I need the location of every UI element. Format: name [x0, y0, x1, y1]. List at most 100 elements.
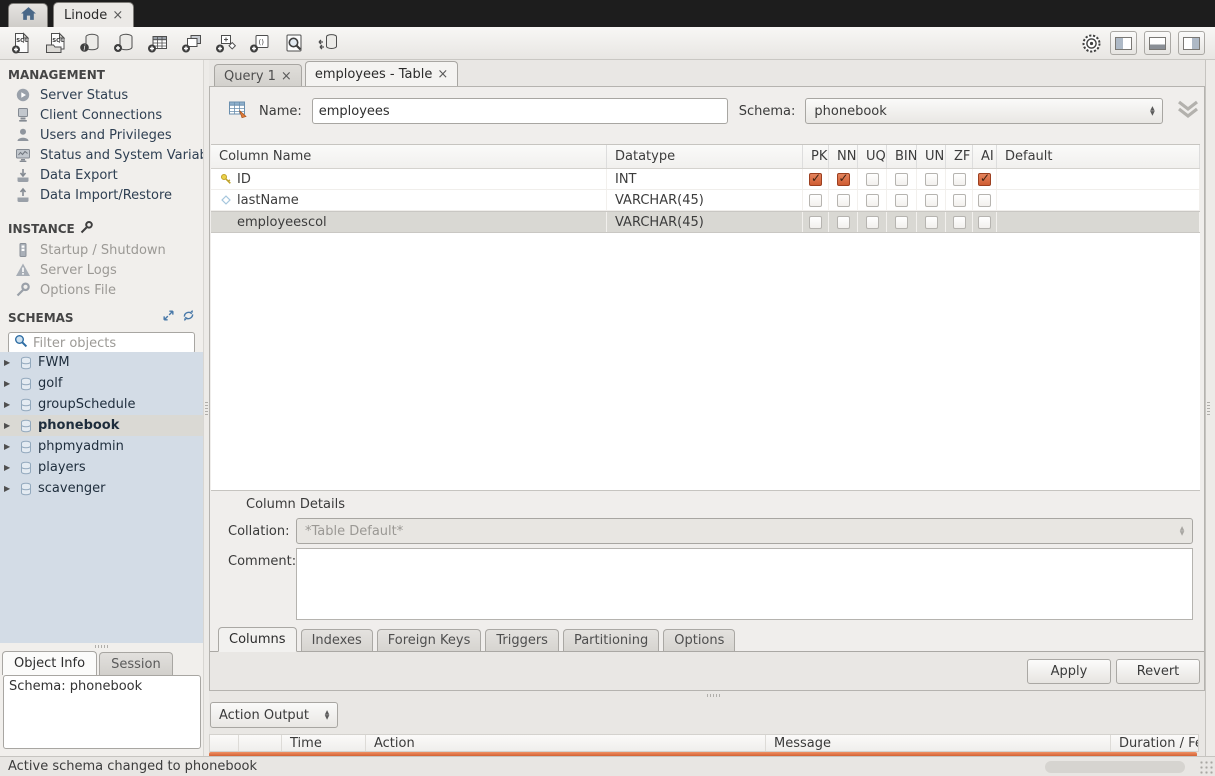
connection-info-icon[interactable]: i	[78, 31, 102, 55]
schema-tree-item[interactable]: ▶ FWM	[0, 352, 203, 373]
sidebar-item-startup-shutdown[interactable]: Startup / Shutdown	[0, 240, 203, 260]
expander-icon[interactable]: ▶	[4, 358, 14, 367]
revert-button[interactable]: Revert	[1116, 659, 1200, 684]
sidebar-item-options-file[interactable]: Options File	[0, 280, 203, 300]
tab-options[interactable]: Options	[663, 629, 735, 651]
column-row-id[interactable]: ID INT	[211, 169, 1200, 190]
open-sql-script-icon[interactable]: SQL	[44, 31, 68, 55]
un-checkbox[interactable]	[925, 173, 938, 186]
sidebar-item-users-privileges[interactable]: Users and Privileges	[0, 125, 203, 145]
output-splitter-grip[interactable]	[707, 694, 721, 697]
tab-session[interactable]: Session	[99, 652, 173, 675]
schema-select[interactable]: phonebook ▲▼	[805, 98, 1163, 124]
output-col-time[interactable]: Time	[282, 735, 366, 751]
expander-icon[interactable]: ▶	[4, 400, 14, 409]
ai-checkbox[interactable]	[978, 173, 991, 186]
un-checkbox[interactable]	[925, 194, 938, 207]
uq-checkbox[interactable]	[866, 173, 879, 186]
ai-checkbox[interactable]	[978, 194, 991, 207]
schema-tree-item[interactable]: ▶ players	[0, 457, 203, 478]
refresh-schemas-icon[interactable]	[182, 309, 195, 326]
sidebar-item-server-logs[interactable]: Server Logs	[0, 260, 203, 280]
header-nn[interactable]: NN	[829, 145, 858, 168]
create-schema-icon[interactable]	[112, 31, 136, 55]
tab-triggers[interactable]: Triggers	[485, 629, 559, 651]
ai-checkbox[interactable]	[978, 216, 991, 229]
column-row-lastname[interactable]: lastName VARCHAR(45)	[211, 190, 1200, 211]
bin-checkbox[interactable]	[895, 194, 908, 207]
toggle-bottom-panel-button[interactable]	[1144, 31, 1171, 55]
expander-icon[interactable]: ▶	[4, 421, 14, 430]
tab-indexes[interactable]: Indexes	[301, 629, 373, 651]
header-zf[interactable]: ZF	[946, 145, 973, 168]
expander-icon[interactable]: ▶	[4, 484, 14, 493]
close-icon[interactable]: ×	[437, 68, 448, 81]
output-col-message[interactable]: Message	[766, 735, 1111, 751]
header-bin[interactable]: BIN	[887, 145, 917, 168]
resize-grip[interactable]	[1199, 760, 1213, 774]
uq-checkbox[interactable]	[866, 194, 879, 207]
schema-tree-item[interactable]: ▶ golf	[0, 373, 203, 394]
sync-database-icon[interactable]	[316, 31, 340, 55]
tab-foreign-keys[interactable]: Foreign Keys	[377, 629, 482, 651]
expander-icon[interactable]: ▶	[4, 463, 14, 472]
zf-checkbox[interactable]	[953, 194, 966, 207]
header-datatype[interactable]: Datatype	[607, 145, 803, 168]
sidebar-splitter-grip[interactable]	[95, 645, 109, 648]
sidebar-item-system-variables[interactable]: Status and System Variables	[0, 145, 203, 165]
header-uq[interactable]: UQ	[858, 145, 887, 168]
spinner-icon[interactable]: ▲▼	[319, 710, 335, 720]
header-ai[interactable]: AI	[973, 145, 997, 168]
pk-checkbox[interactable]	[809, 173, 822, 186]
close-icon[interactable]: ×	[281, 70, 292, 83]
tab-query-1[interactable]: Query 1 ×	[214, 64, 302, 87]
toggle-left-sidebar-button[interactable]	[1110, 31, 1137, 55]
header-pk[interactable]: PK	[803, 145, 829, 168]
expander-icon[interactable]: ▶	[4, 442, 14, 451]
output-col-action[interactable]: Action	[366, 735, 766, 751]
uq-checkbox[interactable]	[866, 216, 879, 229]
sidebar-item-data-import[interactable]: Data Import/Restore	[0, 185, 203, 205]
create-view-icon[interactable]	[180, 31, 204, 55]
zf-checkbox[interactable]	[953, 216, 966, 229]
toggle-right-sidebar-button[interactable]	[1178, 31, 1205, 55]
header-default[interactable]: Default	[997, 145, 1200, 168]
search-table-data-icon[interactable]	[282, 31, 306, 55]
nn-checkbox[interactable]	[837, 194, 850, 207]
un-checkbox[interactable]	[925, 216, 938, 229]
create-function-icon[interactable]: ()	[248, 31, 272, 55]
output-selector[interactable]: Action Output ▲▼	[210, 702, 338, 728]
new-sql-tab-icon[interactable]: SQL	[10, 31, 34, 55]
tab-object-info[interactable]: Object Info	[2, 651, 97, 675]
header-un[interactable]: UN	[917, 145, 946, 168]
comment-textarea[interactable]	[296, 548, 1193, 620]
home-tab[interactable]	[8, 3, 48, 27]
collapse-header-icon[interactable]	[1175, 99, 1201, 123]
apply-button[interactable]: Apply	[1027, 659, 1111, 684]
sidebar-item-server-status[interactable]: Server Status	[0, 85, 203, 105]
nn-checkbox[interactable]	[837, 216, 850, 229]
tab-partitioning[interactable]: Partitioning	[563, 629, 659, 651]
create-procedure-icon[interactable]	[214, 31, 238, 55]
close-icon[interactable]: ×	[112, 9, 123, 22]
create-table-icon[interactable]	[146, 31, 170, 55]
nn-checkbox[interactable]	[837, 173, 850, 186]
expander-icon[interactable]: ▶	[4, 379, 14, 388]
connection-tab[interactable]: Linode ×	[53, 2, 134, 27]
schema-tree-item[interactable]: ▶ groupSchedule	[0, 394, 203, 415]
sidebar-item-client-connections[interactable]: Client Connections	[0, 105, 203, 125]
spinner-icon[interactable]: ▲▼	[1144, 106, 1160, 116]
tab-columns[interactable]: Columns	[218, 627, 297, 652]
right-panel-splitter[interactable]	[1205, 60, 1215, 756]
pk-checkbox[interactable]	[809, 194, 822, 207]
bin-checkbox[interactable]	[895, 216, 908, 229]
output-col-duration[interactable]: Duration / Fetch	[1111, 735, 1198, 751]
pk-checkbox[interactable]	[809, 216, 822, 229]
tab-employees-table[interactable]: employees - Table ×	[305, 61, 458, 87]
schema-tree-item-selected[interactable]: ▶ phonebook	[0, 415, 203, 436]
header-column-name[interactable]: Column Name	[211, 145, 607, 168]
sidebar-item-data-export[interactable]: Data Export	[0, 165, 203, 185]
bin-checkbox[interactable]	[895, 173, 908, 186]
status-scrollbar-thumb[interactable]	[1045, 761, 1185, 773]
zf-checkbox[interactable]	[953, 173, 966, 186]
